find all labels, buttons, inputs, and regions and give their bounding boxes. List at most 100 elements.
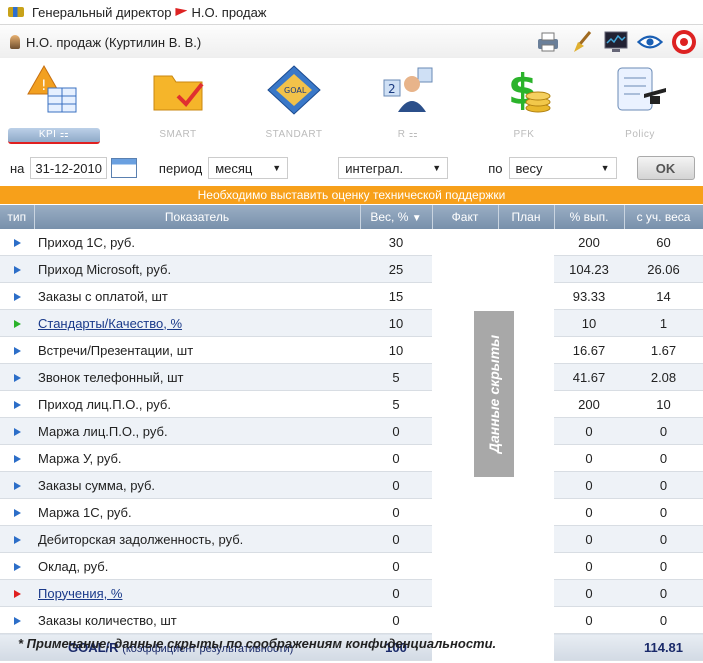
indicator-name: Приход Microsoft, руб. [38, 261, 172, 277]
calendar-icon[interactable] [110, 158, 137, 178]
row-type-cell [0, 606, 34, 634]
arrow-right-icon[interactable] [13, 616, 21, 625]
arrow-right-icon[interactable] [13, 319, 21, 328]
col-weight[interactable]: Вес, % ▼ [360, 205, 433, 229]
row-type-cell [0, 417, 34, 445]
hidden-data-overlay: Данные скрыты [474, 311, 514, 477]
ok-button[interactable]: OK [636, 156, 695, 180]
row-weighted-cell: 14 [624, 282, 703, 310]
row-pct-cell: 200 [554, 390, 624, 418]
table-row[interactable]: Маржа лиц.П.О., руб. 0 0 0 [0, 417, 703, 445]
by-select[interactable]: весу ▼ [508, 157, 617, 179]
row-type-cell [0, 255, 34, 283]
row-plan-cell [498, 498, 554, 526]
table-row[interactable]: Звонок телефонный, шт 5 41.67 2.08 [0, 363, 703, 391]
arrow-right-icon[interactable] [13, 454, 21, 463]
user-bar: Н.О. продаж (Куртилин В. В.) [0, 24, 703, 59]
col-pct[interactable]: % вып. [554, 205, 625, 229]
row-weight-cell: 0 [360, 525, 432, 553]
arrow-right-icon[interactable] [13, 373, 21, 382]
row-weight-cell: 25 [360, 255, 432, 283]
arrow-right-icon[interactable] [13, 346, 21, 355]
table-row[interactable]: Оклад, руб. 0 0 0 [0, 552, 703, 580]
nav-policy[interactable]: Policy [590, 62, 690, 144]
arrow-right-icon[interactable] [13, 535, 21, 544]
eye-icon[interactable] [637, 29, 663, 55]
broom-icon[interactable] [569, 29, 595, 55]
svg-text:!: ! [41, 78, 47, 94]
nav-smart[interactable]: SMART [128, 62, 228, 144]
row-plan-cell [498, 229, 554, 256]
arrow-right-icon[interactable] [13, 238, 21, 247]
svg-text:2: 2 [388, 82, 396, 96]
indicator-name[interactable]: Поручения, % [38, 586, 122, 601]
table-row[interactable]: Приход Microsoft, руб. 25 104.23 26.06 [0, 255, 703, 283]
row-name-cell[interactable]: Поручения, % [34, 579, 360, 607]
table-row[interactable]: Стандарты/Качество, % 10 10 1 [0, 309, 703, 337]
date-label: на [10, 160, 25, 176]
nav-kpi[interactable]: ! KPI ⚏ [4, 62, 104, 144]
table-row[interactable]: Маржа У, руб. 0 0 0 [0, 444, 703, 472]
nav-r-label: R ⚏ [397, 129, 419, 140]
col-name[interactable]: Показатель [34, 205, 361, 229]
arrow-right-icon[interactable] [13, 427, 21, 436]
filter-bar: на 31-12-2010 период месяц ▼ интеграл. ▼ п… [0, 150, 703, 186]
printer-icon[interactable] [535, 29, 561, 55]
row-weighted-cell: 1.67 [624, 336, 703, 364]
row-name-cell[interactable]: Стандарты/Качество, % [34, 309, 360, 337]
col-fact[interactable]: Факт [432, 205, 499, 229]
indicator-name[interactable]: Стандарты/Качество, % [38, 316, 182, 331]
col-plan[interactable]: План [498, 205, 555, 229]
arrow-right-icon[interactable] [13, 400, 21, 409]
row-weighted-cell: 0 [624, 498, 703, 526]
row-type-cell [0, 444, 34, 472]
row-pct-cell: 41.67 [554, 363, 624, 391]
row-name-cell: Маржа У, руб. [34, 444, 360, 472]
app-icon [8, 7, 24, 17]
row-type-cell [0, 309, 34, 337]
arrow-right-icon[interactable] [13, 508, 21, 517]
nav-standart[interactable]: GOAL STANDART [244, 62, 344, 144]
row-weighted-cell: 60 [624, 229, 703, 256]
indicator-name: Заказы сумма, руб. [38, 477, 156, 493]
indicator-name: Маржа У, руб. [38, 450, 122, 466]
arrow-right-icon[interactable] [13, 562, 21, 571]
col-weighted[interactable]: с уч. веса [624, 205, 703, 229]
mode-select[interactable]: интеграл. ▼ [338, 157, 449, 179]
row-type-cell [0, 471, 34, 499]
table-row[interactable]: Встречи/Презентации, шт 10 16.67 1.67 [0, 336, 703, 364]
module-nav: ! KPI ⚏ SMART GOAL STANDART 2 R ⚏ $ PFK … [0, 58, 703, 148]
target-icon[interactable] [671, 29, 697, 55]
arrow-right-icon[interactable] [13, 292, 21, 301]
table-row[interactable]: Дебиторская задолженность, руб. 0 0 0 [0, 525, 703, 553]
table-row[interactable]: Поручения, % 0 0 0 [0, 579, 703, 607]
total-plan-cell [498, 633, 554, 661]
period-select[interactable]: месяц ▼ [208, 157, 289, 179]
indicator-name: Приход лиц.П.О., руб. [38, 396, 171, 412]
nav-r[interactable]: 2 R ⚏ [358, 62, 458, 144]
row-name-cell: Встречи/Презентации, шт [34, 336, 360, 364]
arrow-right-icon[interactable] [13, 589, 21, 598]
col-type[interactable]: тип [0, 205, 35, 229]
table-row[interactable]: Заказы количество, шт 0 0 0 [0, 606, 703, 634]
date-field[interactable]: 31-12-2010 [30, 157, 107, 179]
row-type-cell [0, 363, 34, 391]
row-plan-cell [498, 579, 554, 607]
indicator-name: Звонок телефонный, шт [38, 369, 184, 385]
arrow-right-icon[interactable] [13, 481, 21, 490]
row-type-cell [0, 229, 34, 256]
role-title: Генеральный директор [32, 4, 172, 20]
nav-pfk[interactable]: $ PFK [474, 62, 574, 144]
table-row[interactable]: Заказы с оплатой, шт 15 93.33 14 [0, 282, 703, 310]
table-row[interactable]: Маржа 1С, руб. 0 0 0 [0, 498, 703, 526]
row-weighted-cell: 0 [624, 444, 703, 472]
row-weighted-cell: 10 [624, 390, 703, 418]
table-row[interactable]: Приход 1С, руб. 30 200 60 [0, 229, 703, 256]
monitor-icon[interactable] [603, 29, 629, 55]
arrow-right-icon[interactable] [13, 265, 21, 274]
table-row[interactable]: Приход лиц.П.О., руб. 5 200 10 [0, 390, 703, 418]
by-label: по [488, 160, 503, 176]
row-pct-cell: 0 [554, 471, 624, 499]
table-row[interactable]: Заказы сумма, руб. 0 0 0 [0, 471, 703, 499]
row-pct-cell: 10 [554, 309, 624, 337]
